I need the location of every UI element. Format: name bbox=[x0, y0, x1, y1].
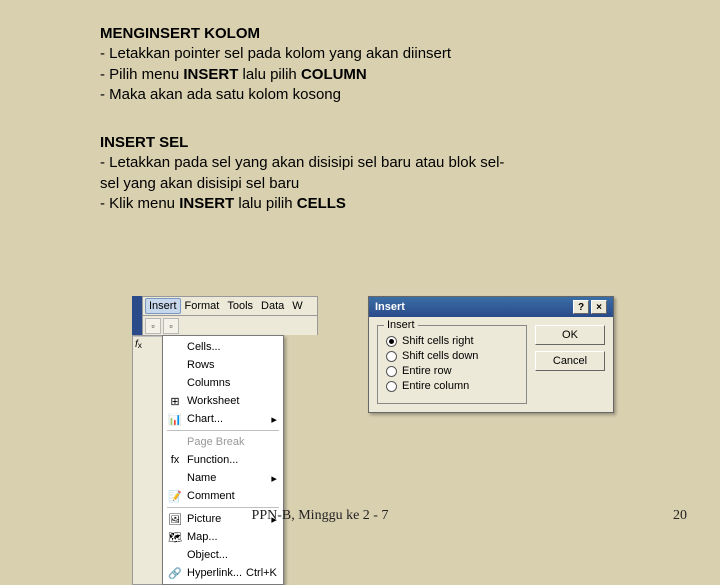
toolbar-button[interactable]: ▫ bbox=[163, 318, 179, 334]
dropdown-item[interactable]: 📊 Chart... ▸ bbox=[163, 410, 283, 428]
dropdown-item[interactable]: Page Break bbox=[163, 433, 283, 451]
text-line: - Letakkan pointer sel pada kolom yang a… bbox=[100, 44, 680, 64]
dialog-titlebar: Insert ? × bbox=[369, 297, 613, 317]
shortcut: Ctrl+K bbox=[246, 567, 277, 579]
menu-bar: Insert Format Tools Data W bbox=[142, 296, 318, 315]
cancel-button[interactable]: Cancel bbox=[535, 351, 605, 371]
dropdown-label: Comment bbox=[187, 490, 277, 502]
menu-icon: ⊞ bbox=[167, 393, 183, 409]
menu-icon bbox=[167, 339, 183, 355]
submenu-arrow-icon: ▸ bbox=[271, 472, 277, 485]
toolbar-button[interactable]: ▫ bbox=[145, 318, 161, 334]
dropdown-label: Map... bbox=[187, 531, 277, 543]
dropdown-item[interactable]: Rows bbox=[163, 356, 283, 374]
menu-item-w[interactable]: W bbox=[288, 298, 306, 314]
menu-icon: 🔗 bbox=[167, 565, 183, 581]
radio-label: Entire row bbox=[402, 365, 452, 377]
menu-item-tools[interactable]: Tools bbox=[223, 298, 257, 314]
dropdown-label: Cells... bbox=[187, 341, 277, 353]
row-header-strip bbox=[132, 296, 142, 335]
menu-item-format[interactable]: Format bbox=[181, 298, 224, 314]
dropdown-label: Columns bbox=[187, 377, 277, 389]
section-insert-cell: INSERT SEL - Letakkan pada sel yang akan… bbox=[100, 133, 680, 214]
menu-icon bbox=[167, 547, 183, 563]
dropdown-item[interactable]: fx Function... bbox=[163, 451, 283, 469]
radio-option[interactable]: Entire column bbox=[386, 380, 518, 392]
left-gutter: fx bbox=[132, 335, 162, 585]
page-number: 20 bbox=[640, 508, 720, 524]
radio-option[interactable]: Entire row bbox=[386, 365, 518, 377]
menu-icon bbox=[167, 375, 183, 391]
text-line: - Maka akan ada satu kolom kosong bbox=[100, 85, 680, 105]
slide-footer: PPN-B, Minggu ke 2 - 7 20 bbox=[0, 508, 720, 524]
text-line: - Letakkan pada sel yang akan disisipi s… bbox=[100, 153, 680, 173]
text-line: - Klik menu INSERT lalu pilih CELLS bbox=[100, 194, 680, 214]
dropdown-label: Name bbox=[187, 472, 267, 484]
menu-icon: 🗺 bbox=[167, 529, 183, 545]
insert-dropdown: Cells... Rows Columns ⊞ Worksheet 📊 Chart... ▸ P… bbox=[162, 335, 284, 585]
heading-insert-cell: INSERT SEL bbox=[100, 134, 188, 151]
excel-insert-menu-screenshot: Insert Format Tools Data W ▫ ▫ fx Cells.… bbox=[132, 296, 318, 585]
radio-label: Shift cells down bbox=[402, 350, 478, 362]
dropdown-label: Worksheet bbox=[187, 395, 277, 407]
radio-icon bbox=[386, 366, 397, 377]
dropdown-item[interactable]: 🔗 Hyperlink... Ctrl+K bbox=[163, 564, 283, 582]
menu-icon bbox=[167, 357, 183, 373]
menu-icon: 📝 bbox=[167, 488, 183, 504]
menu-item-data[interactable]: Data bbox=[257, 298, 288, 314]
ok-button[interactable]: OK bbox=[535, 325, 605, 345]
toolbar: ▫ ▫ bbox=[142, 315, 318, 335]
dropdown-item[interactable]: ⊞ Worksheet bbox=[163, 392, 283, 410]
radio-icon bbox=[386, 351, 397, 362]
dropdown-label: Page Break bbox=[187, 436, 277, 448]
heading-insert-column: MENGINSERT KOLOM bbox=[100, 25, 260, 42]
radio-label: Shift cells right bbox=[402, 335, 474, 347]
radio-icon bbox=[386, 381, 397, 392]
dropdown-item[interactable]: 🗺 Map... bbox=[163, 528, 283, 546]
radio-label: Entire column bbox=[402, 380, 469, 392]
dialog-title: Insert bbox=[375, 301, 405, 313]
help-button[interactable]: ? bbox=[573, 300, 589, 314]
dropdown-label: Chart... bbox=[187, 413, 267, 425]
dropdown-item[interactable]: Name ▸ bbox=[163, 469, 283, 487]
dropdown-label: Rows bbox=[187, 359, 277, 371]
dropdown-label: Object... bbox=[187, 549, 277, 561]
dropdown-item[interactable]: 📝 Comment bbox=[163, 487, 283, 505]
menu-item-insert[interactable]: Insert bbox=[145, 298, 181, 314]
insert-groupbox: Insert Shift cells rightShift cells down… bbox=[377, 325, 527, 404]
text-line: sel yang akan disisipi sel baru bbox=[100, 174, 680, 194]
close-button[interactable]: × bbox=[591, 300, 607, 314]
menu-icon: 📊 bbox=[167, 411, 183, 427]
menu-icon bbox=[167, 434, 183, 450]
menu-icon: fx bbox=[167, 452, 183, 468]
groupbox-title: Insert bbox=[384, 319, 418, 331]
insert-dialog: Insert ? × Insert Shift cells right Shift… bbox=[368, 296, 614, 413]
radio-option[interactable]: Shift cells down bbox=[386, 350, 518, 362]
radio-option[interactable]: Shift cells right bbox=[386, 335, 518, 347]
menu-icon bbox=[167, 470, 183, 486]
section-insert-column: MENGINSERT KOLOM - Letakkan pointer sel … bbox=[100, 24, 680, 105]
dropdown-item[interactable]: Columns bbox=[163, 374, 283, 392]
dropdown-item[interactable]: Cells... bbox=[163, 338, 283, 356]
text-line: - Pilih menu INSERT lalu pilih COLUMN bbox=[100, 65, 680, 85]
dropdown-label: Hyperlink... bbox=[187, 567, 242, 579]
submenu-arrow-icon: ▸ bbox=[271, 413, 277, 426]
radio-icon bbox=[386, 336, 397, 347]
dropdown-item[interactable]: Object... bbox=[163, 546, 283, 564]
fx-label: fx bbox=[133, 336, 162, 352]
footer-center: PPN-B, Minggu ke 2 - 7 bbox=[0, 508, 640, 524]
dropdown-label: Function... bbox=[187, 454, 277, 466]
